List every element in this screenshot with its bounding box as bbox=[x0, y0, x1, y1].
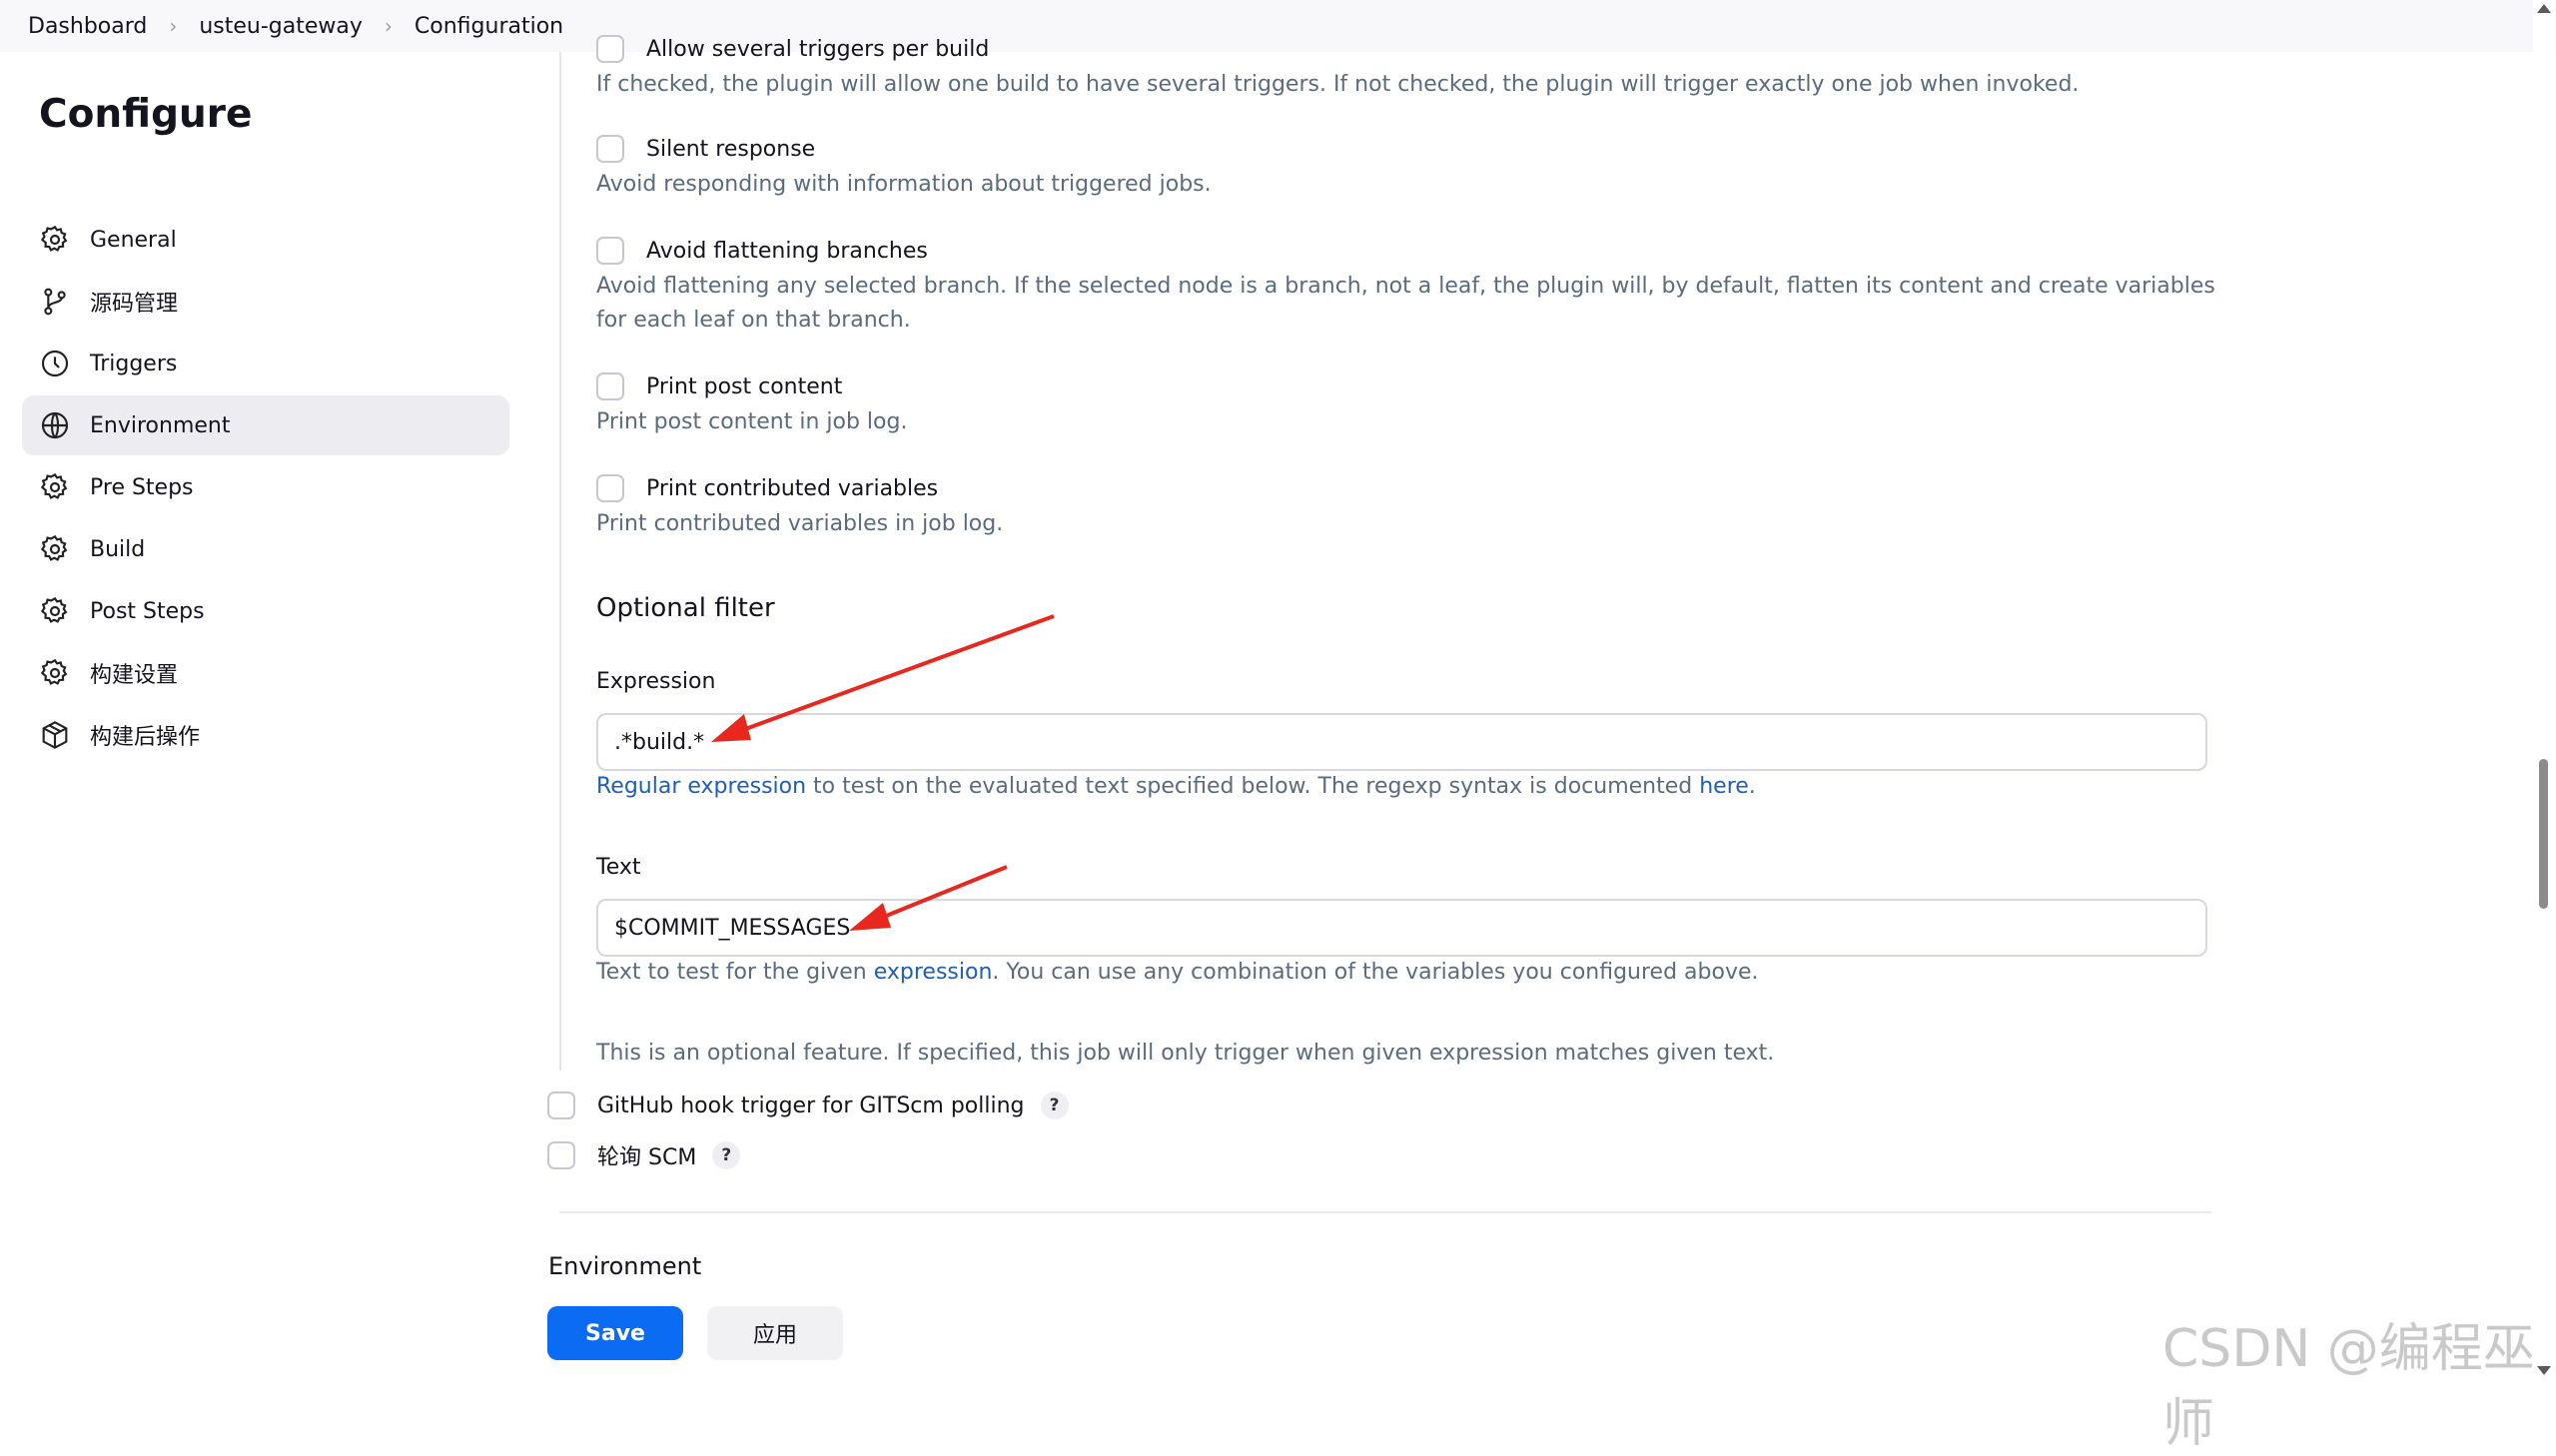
breadcrumb-dashboard[interactable]: Dashboard bbox=[28, 14, 147, 39]
option-label: Print post content bbox=[646, 373, 843, 399]
section-indent-line bbox=[559, 52, 561, 1071]
gear-icon bbox=[38, 532, 72, 566]
option-description: Avoid responding with information about … bbox=[596, 172, 1212, 197]
chevron-right-icon: › bbox=[169, 14, 178, 38]
trigger-poll-scm: 轮询 SCM ? bbox=[547, 1138, 741, 1172]
option-description: Avoid flattening any selected branch. If… bbox=[596, 274, 2215, 333]
checkbox[interactable] bbox=[596, 35, 624, 63]
expression-label: Expression bbox=[596, 669, 716, 694]
main-content: Allow several triggers per build If chec… bbox=[547, 35, 2537, 1381]
sidebar-item-environment[interactable]: Environment bbox=[22, 395, 509, 455]
text-value: $COMMIT_MESSAGES bbox=[614, 915, 851, 941]
help-icon[interactable]: ? bbox=[1040, 1092, 1069, 1119]
option-label: Silent response bbox=[646, 136, 816, 162]
checkbox[interactable] bbox=[596, 372, 624, 400]
here-link[interactable]: here bbox=[1699, 774, 1749, 799]
option-label: Print contributed variables bbox=[646, 475, 939, 501]
globe-icon bbox=[38, 408, 72, 442]
sidebar-item-post-build[interactable]: 构建后操作 bbox=[22, 705, 509, 765]
option-description: Print post content in job log. bbox=[596, 409, 908, 434]
gear-icon bbox=[38, 223, 72, 257]
gear-icon bbox=[38, 594, 72, 628]
scrollbar[interactable] bbox=[2533, 0, 2555, 1381]
option-label: Avoid flattening branches bbox=[646, 238, 928, 264]
watermark: CSDN @编程巫师 bbox=[2162, 1319, 2535, 1454]
sidebar-item-label: Build bbox=[90, 536, 146, 562]
sidebar-item-label: 源码管理 bbox=[90, 292, 179, 317]
checkbox[interactable] bbox=[596, 135, 624, 163]
sidebar-item-pre-steps[interactable]: Pre Steps bbox=[22, 457, 509, 517]
scroll-up-icon[interactable] bbox=[2537, 4, 2551, 13]
checkbox[interactable] bbox=[596, 237, 624, 265]
text-input[interactable]: $COMMIT_MESSAGES bbox=[596, 899, 2207, 957]
breadcrumb-configuration[interactable]: Configuration bbox=[415, 14, 563, 39]
option-silent-response: Silent response Avoid responding with in… bbox=[596, 132, 2234, 202]
save-button[interactable]: Save bbox=[547, 1306, 683, 1360]
sidebar-item-label: 构建后操作 bbox=[90, 725, 201, 750]
sidebar-item-label: Environment bbox=[90, 412, 231, 438]
page-title: Configure bbox=[39, 92, 253, 137]
option-allow-several-triggers: Allow several triggers per build If chec… bbox=[596, 32, 2234, 102]
checkbox[interactable] bbox=[547, 1141, 575, 1169]
checkbox[interactable] bbox=[547, 1092, 575, 1119]
text-label: Text bbox=[596, 855, 641, 880]
environment-heading: Environment bbox=[548, 1252, 702, 1280]
sidebar-item-label: Pre Steps bbox=[90, 474, 194, 500]
branch-icon bbox=[38, 285, 72, 319]
help-icon[interactable]: ? bbox=[712, 1141, 741, 1169]
sidebar-item-label: 构建设置 bbox=[90, 663, 179, 688]
option-print-post-content: Print post content Print post content in… bbox=[596, 369, 2234, 439]
gear-icon bbox=[38, 656, 72, 690]
expression-help: Regular expression to test on the evalua… bbox=[596, 770, 2234, 804]
trigger-label: GitHub hook trigger for GITScm polling bbox=[597, 1092, 1025, 1118]
sidebar-item-post-steps[interactable]: Post Steps bbox=[22, 581, 509, 641]
option-avoid-flattening: Avoid flattening branches Avoid flatteni… bbox=[596, 234, 2234, 338]
checkbox[interactable] bbox=[596, 474, 624, 502]
sidebar-item-general[interactable]: General bbox=[22, 210, 509, 270]
option-description: Print contributed variables in job log. bbox=[596, 511, 1004, 536]
apply-button[interactable]: 应用 bbox=[707, 1306, 843, 1360]
regular-expression-link[interactable]: Regular expression bbox=[596, 774, 806, 799]
breadcrumb-project[interactable]: usteu-gateway bbox=[199, 14, 363, 39]
section-divider bbox=[559, 1211, 2211, 1213]
text-help: Text to test for the given expression. Y… bbox=[596, 956, 2234, 990]
sidebar: Configure General 源码管理 Triggers Environm… bbox=[0, 52, 559, 1381]
clock-icon bbox=[38, 347, 72, 380]
sidebar-item-build-settings[interactable]: 构建设置 bbox=[22, 643, 509, 703]
trigger-label: 轮询 SCM bbox=[597, 1145, 697, 1170]
expression-input[interactable]: .*build.* bbox=[596, 713, 2207, 771]
help-text: to test on the evaluated text specified … bbox=[806, 774, 1700, 799]
sidebar-item-label: Post Steps bbox=[90, 598, 205, 624]
optional-filter-heading: Optional filter bbox=[596, 593, 775, 623]
help-text: . You can use any combination of the var… bbox=[992, 960, 1759, 985]
scrollbar-thumb[interactable] bbox=[2539, 759, 2548, 909]
chevron-right-icon: › bbox=[384, 14, 393, 38]
sidebar-item-label: General bbox=[90, 227, 177, 253]
trigger-github-hook: GitHub hook trigger for GITScm polling ? bbox=[547, 1089, 1069, 1122]
help-text: . bbox=[1748, 774, 1756, 799]
help-text: Text to test for the given bbox=[596, 960, 874, 985]
option-description: If checked, the plugin will allow one bu… bbox=[596, 72, 2080, 97]
option-label: Allow several triggers per build bbox=[646, 36, 990, 62]
optional-filter-note: This is an optional feature. If specifie… bbox=[596, 1041, 1775, 1066]
sidebar-item-label: Triggers bbox=[90, 351, 178, 376]
option-print-contributed-variables: Print contributed variables Print contri… bbox=[596, 471, 2234, 541]
package-icon bbox=[38, 718, 72, 752]
sidebar-item-scm[interactable]: 源码管理 bbox=[22, 272, 509, 332]
gear-icon bbox=[38, 470, 72, 504]
expression-value: .*build.* bbox=[614, 729, 705, 755]
sidebar-item-triggers[interactable]: Triggers bbox=[22, 334, 509, 393]
sidebar-item-build[interactable]: Build bbox=[22, 519, 509, 579]
expression-link[interactable]: expression bbox=[874, 960, 993, 985]
